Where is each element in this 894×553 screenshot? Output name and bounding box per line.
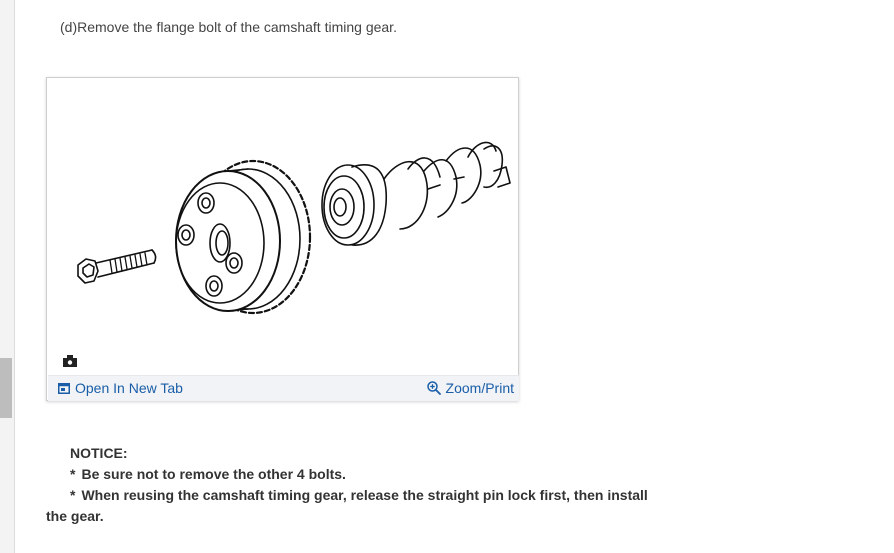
camshaft-timing-gear-illustration[interactable] [48,79,519,375]
figure-card: Open In New Tab Zoom/Print [46,77,519,401]
notice-bullet: * [70,487,76,503]
new-tab-icon [58,382,70,394]
notice-item-text: When reusing the camshaft timing gear, r… [46,487,648,524]
step-instruction: (d)Remove the flange bolt of the camshaf… [60,19,397,35]
notice-bullet: * [70,466,76,482]
left-scroll-rail[interactable] [0,0,15,553]
flange-bolt [77,249,157,284]
timing-gear [175,159,312,315]
scrollbar-thumb[interactable] [0,358,12,418]
zoom-in-icon [426,381,441,395]
notice-title: NOTICE: [70,445,128,461]
open-in-new-tab-label: Open In New Tab [75,380,183,396]
notice-item-text: Be sure not to remove the other 4 bolts. [81,466,346,482]
figure-footer: Open In New Tab Zoom/Print [48,375,519,401]
open-in-new-tab-link[interactable]: Open In New Tab [58,380,183,396]
notice-item: * Be sure not to remove the other 4 bolts… [46,464,666,485]
notice-block: NOTICE: * Be sure not to remove the other… [46,443,666,527]
camera-icon [63,355,77,367]
zoom-print-label: Zoom/Print [445,380,514,396]
zoom-print-link[interactable]: Zoom/Print [426,380,514,396]
camshaft [321,141,511,246]
notice-item: * When reusing the camshaft timing gear, … [46,485,666,527]
